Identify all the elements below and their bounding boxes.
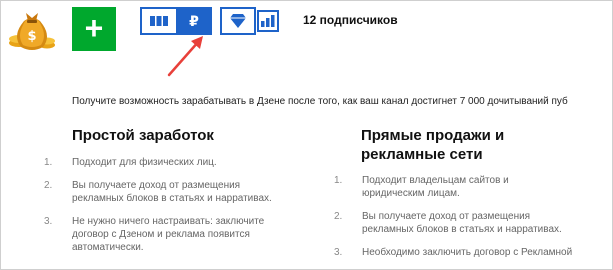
list-item: 2. Вы получаете доход от размещения рекла… [334,210,574,236]
item-text: Подходит владельцам сайтов и юридическим… [362,175,509,199]
list-item: 3. Не нужно ничего настраивать: заключите… [44,215,274,254]
item-text: Необходимо заключить договор с Рекламной [362,247,573,258]
list-simple-earnings: 1. Подходит для физических лиц. 2. Вы полу… [44,156,274,264]
subscriber-count: 12 подписчиков [303,13,398,27]
list-direct-sales: 1. Подходит владельцам сайтов и юридическ… [334,174,574,269]
item-number: 3. [334,247,343,258]
list-item: 2. Вы получаете доход от размещения рекла… [44,179,274,205]
item-text: Не нужно ничего настраивать: заключите д… [72,216,265,253]
tab-promotion[interactable] [220,7,256,35]
diamond-icon [230,14,246,28]
columns-icon [150,16,168,26]
item-text: Подходит для физических лиц. [72,157,217,168]
column-title-direct-sales: Прямые продажи и рекламные сети [361,127,505,163]
tab-monetization[interactable]: ₽ [176,9,212,33]
bar-chart-icon [261,15,275,27]
list-item: 1. Подходит владельцам сайтов и юридическ… [334,174,574,200]
item-number: 1. [44,157,53,168]
item-number: 2. [334,211,343,222]
screenshot-frame: $ + ₽ 12 подписчиков Получите возможност… [0,0,613,270]
tab-layout[interactable] [142,9,176,33]
tab-statistics[interactable] [257,10,279,32]
item-number: 3. [44,216,53,227]
svg-text:$: $ [27,29,36,44]
add-button[interactable]: + [72,7,116,51]
list-item: 1. Подходит для физических лиц. [44,156,274,169]
item-text: Вы получаете доход от размещения рекламн… [362,211,562,235]
ruble-icon: ₽ [189,12,199,29]
intro-text: Получите возможность зарабатывать в Дзен… [72,96,568,107]
item-number: 1. [334,175,343,186]
list-item: 3. Необходимо заключить договор с Рекламн… [334,246,574,259]
item-text: Вы получаете доход от размещения рекламн… [72,180,272,204]
column-title-simple: Простой заработок [72,127,214,144]
money-bag-icon: $ [7,7,57,53]
red-arrow-annotation [167,36,203,77]
item-number: 2. [44,180,53,191]
